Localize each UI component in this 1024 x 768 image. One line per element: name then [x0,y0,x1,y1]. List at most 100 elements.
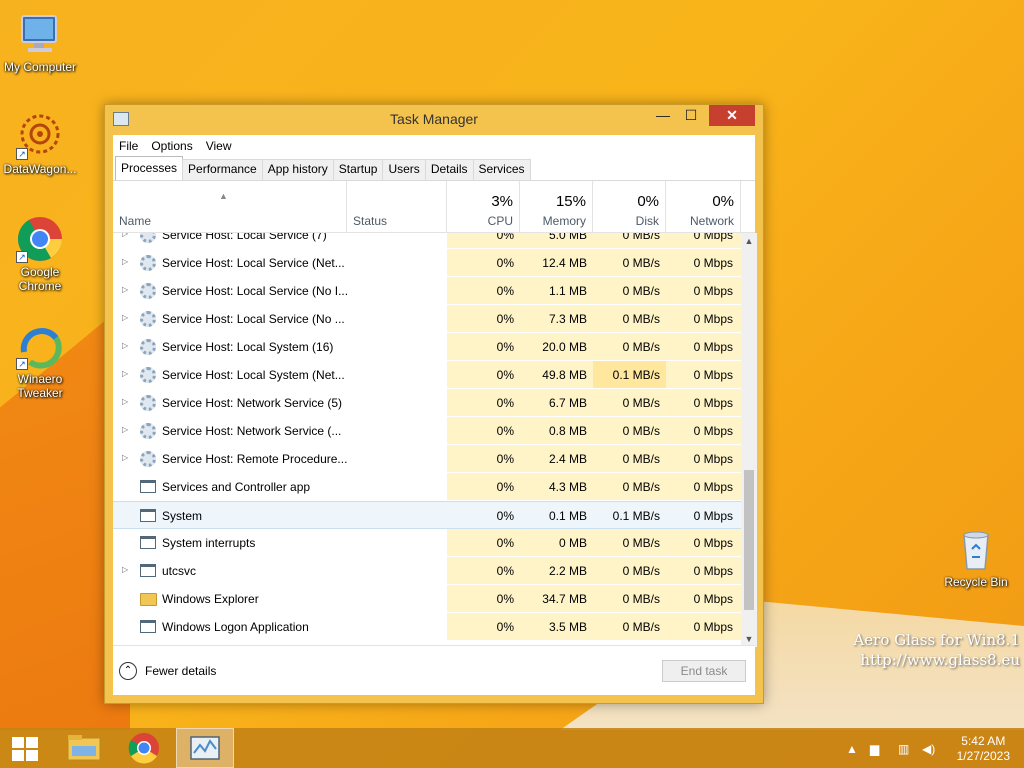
folder-icon [67,735,101,761]
process-row[interactable]: ▷ Service Host: Local Service (7) 0% 5.0 MB… [113,233,741,249]
scrollbar-thumb[interactable] [744,470,754,610]
desktop-icon-datawagon[interactable]: ↗ DataWagon... [0,112,80,176]
tab-performance[interactable]: Performance [182,159,263,180]
menu-file[interactable]: File [119,139,138,153]
desktop-icon-my-computer[interactable]: My Computer [0,10,80,74]
menu-view[interactable]: View [206,139,232,153]
tab-services[interactable]: Services [472,159,531,180]
process-row[interactable]: Windows Logon Application 0% 3.5 MB 0 MB/s 0… [113,613,741,641]
gear-icon [140,233,156,243]
expand-arrow-icon[interactable]: ▷ [122,369,128,378]
process-row[interactable]: ▷ Service Host: Local Service (Net... 0% 12… [113,249,741,277]
column-header-disk[interactable]: 0% Disk [593,181,666,233]
process-disk-value: 0 MB/s [622,340,660,354]
network-icon[interactable]: ▥ [898,742,909,756]
process-cpu-value: 0% [496,256,514,270]
process-row[interactable]: System interrupts 0% 0 MB 0 MB/s 0 Mbps [113,529,741,557]
window-app-icon [140,508,156,524]
tab-startup[interactable]: Startup [332,159,384,180]
process-cpu-value: 0% [496,312,514,326]
process-network-value: 0 Mbps [693,284,733,298]
action-center-icon[interactable]: ▆ [870,742,879,756]
windows-logo-icon [12,737,38,761]
process-row[interactable]: Windows Explorer 0% 34.7 MB 0 MB/s 0 Mbps [113,585,741,613]
fewer-details-button[interactable]: ⌃ Fewer details [119,662,216,680]
process-disk-value: 0.1 MB/s [612,509,660,523]
process-row[interactable]: ▷ Service Host: Local Service (No I... 0% 1… [113,277,741,305]
taskbar-chrome[interactable] [116,728,172,768]
taskbar-file-explorer[interactable] [56,728,112,768]
process-network-value: 0 Mbps [693,233,733,242]
expand-arrow-icon[interactable]: ▷ [122,233,128,238]
tray-overflow-icon[interactable]: ▲ [846,742,858,756]
process-row[interactable]: System 0% 0.1 MB 0.1 MB/s 0 Mbps [113,501,741,529]
process-name: Service Host: Network Service (... [162,424,342,438]
expand-arrow-icon[interactable]: ▷ [122,565,128,574]
expand-arrow-icon[interactable]: ▷ [122,341,128,350]
process-cpu-value: 0% [496,396,514,410]
process-cpu-value: 0% [496,452,514,466]
process-row[interactable]: ▷ Service Host: Network Service (... 0% 0.8… [113,417,741,445]
scroll-up-icon[interactable]: ▲ [741,233,757,249]
column-header-name[interactable]: ▲ Name [113,181,347,233]
process-row[interactable]: ▷ Service Host: Local System (Net... 0% 49.… [113,361,741,389]
process-disk-value: 0 MB/s [622,312,660,326]
taskbar-task-manager[interactable] [176,728,234,768]
desktop-icon-recycle-bin[interactable]: Recycle Bin [936,525,1016,589]
expand-arrow-icon[interactable]: ▷ [122,425,128,434]
process-row[interactable]: ▷ utcsvc 0% 2.2 MB 0 MB/s 0 Mbps [113,557,741,585]
process-name: Windows Logon Application [162,620,309,634]
expand-arrow-icon[interactable]: ▷ [122,453,128,462]
gear-icon [140,423,156,439]
folder-icon-shape [140,593,157,606]
process-disk-value: 0 MB/s [622,592,660,606]
gear-icon-shape [140,339,156,355]
column-header-status[interactable]: Status [347,181,447,233]
process-row[interactable]: Services and Controller app 0% 4.3 MB 0 MB/… [113,473,741,501]
maximize-button[interactable]: ☐ [677,105,705,126]
end-task-button[interactable]: End task [662,660,746,682]
tab-processes[interactable]: Processes [115,156,184,180]
window-app-icon-shape [140,620,156,633]
process-cpu-value: 0% [496,509,514,523]
process-name: Service Host: Local System (16) [162,340,334,354]
column-header-cpu[interactable]: 3% CPU [447,181,520,233]
window-titlebar[interactable]: Task Manager — ☐ ✕ [105,105,763,132]
minimize-button[interactable]: — [649,105,677,126]
process-memory-value: 34.7 MB [542,592,587,606]
process-row[interactable]: ▷ Service Host: Network Service (5) 0% 6.7 … [113,389,741,417]
taskbar-clock[interactable]: 5:42 AM 1/27/2023 [957,734,1010,764]
window-app-icon-shape [140,509,156,522]
tab-app-history[interactable]: App history [261,159,334,180]
tab-details[interactable]: Details [424,159,474,180]
vertical-scrollbar[interactable]: ▲ ▼ [741,233,757,647]
process-name: System [162,509,203,523]
tab-users[interactable]: Users [382,159,426,180]
expand-arrow-icon[interactable]: ▷ [122,397,128,406]
desktop-icon-label: Google Chrome [18,265,62,293]
process-row[interactable]: ▷ Service Host: Local Service (No ... 0% 7.… [113,305,741,333]
window-app-icon-shape [140,536,156,549]
process-row[interactable]: ▷ Service Host: Remote Procedure... 0% 2.4 … [113,445,741,473]
close-icon: ✕ [726,107,738,123]
process-row[interactable]: ▷ Service Host: Local System (16) 0% 20.0 M… [113,333,741,361]
expand-arrow-icon[interactable]: ▷ [122,313,128,322]
menu-options[interactable]: Options [151,139,192,153]
volume-icon[interactable]: ◀) [922,742,935,756]
close-button[interactable]: ✕ [709,105,755,126]
gear-icon-shape [140,255,156,271]
expand-arrow-icon[interactable]: ▷ [122,257,128,266]
desktop-icon-chrome[interactable]: ↗ Google Chrome [0,215,80,293]
desktop-icon-winaero[interactable]: ↗ Winaero Tweaker [0,322,80,400]
sort-ascending-icon: ▲ [219,191,228,201]
column-header-memory[interactable]: 15% Memory [520,181,593,233]
computer-icon [16,10,64,58]
start-button[interactable] [0,728,56,768]
gear-icon-shape [140,283,156,299]
expand-arrow-icon[interactable]: ▷ [122,285,128,294]
gear-icon-shape [140,423,156,439]
process-memory-value: 12.4 MB [542,256,587,270]
process-name: Service Host: Remote Procedure... [162,452,348,466]
process-network-value: 0 Mbps [693,480,733,494]
column-header-network[interactable]: 0% Network [666,181,741,233]
